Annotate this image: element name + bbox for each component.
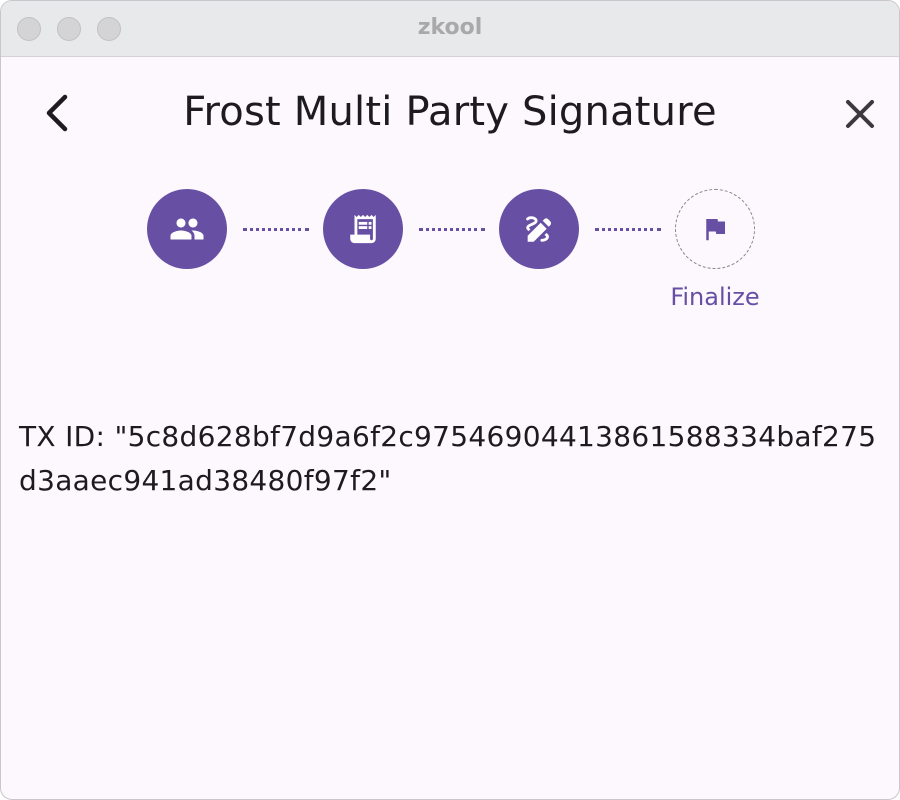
app-window: zkool Frost Multi Party Signature Finali…: [0, 0, 900, 800]
step-sign[interactable]: [499, 189, 579, 269]
step-participants[interactable]: [147, 189, 227, 269]
step-finalize-label: Finalize: [670, 283, 760, 311]
step-transaction[interactable]: [323, 189, 403, 269]
transaction-id-text: TX ID: "5c8d628bf7d9a6f2c975469044138615…: [19, 420, 877, 497]
close-button[interactable]: [837, 91, 885, 139]
step-finalize[interactable]: [675, 189, 755, 269]
step-connector: [595, 228, 661, 231]
receipt-icon: [350, 214, 376, 244]
window-titlebar: zkool: [1, 1, 899, 57]
step-connector: [419, 228, 485, 231]
step-connector: [243, 228, 309, 231]
group-icon: [170, 218, 204, 240]
window-title: zkool: [417, 15, 483, 40]
draw-icon: [526, 216, 552, 242]
close-icon: [846, 100, 874, 128]
page-title: Frost Multi Party Signature: [183, 89, 717, 135]
flag-icon: [706, 219, 725, 241]
